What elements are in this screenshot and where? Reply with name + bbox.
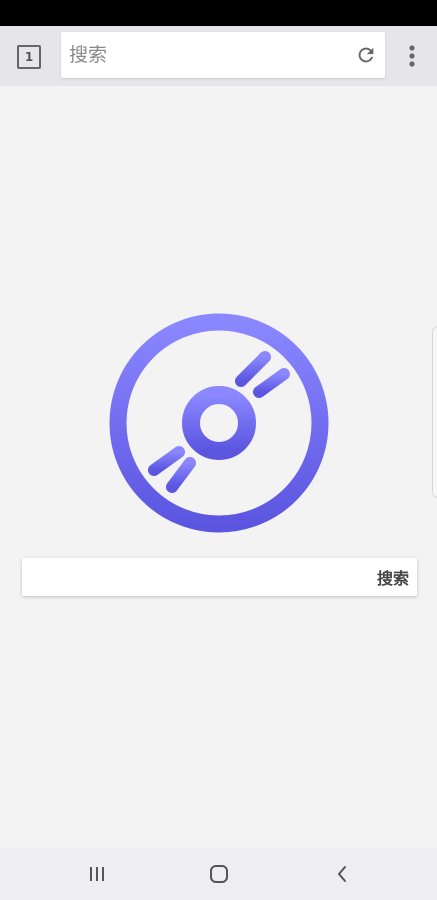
disc-icon [109,313,329,533]
back-button[interactable] [327,860,357,888]
browser-toolbar: 1 [0,26,437,86]
status-bar [0,0,437,26]
edge-panel-handle[interactable] [432,326,437,498]
main-search-bar[interactable]: 搜索 [22,558,417,596]
main-search-input[interactable] [32,558,362,596]
system-nav-bar [0,848,437,900]
tab-switcher-button[interactable]: 1 [14,42,44,72]
recent-apps-icon [90,867,104,881]
address-bar[interactable] [61,32,385,78]
back-icon [338,866,346,882]
home-icon [210,865,228,883]
home-button[interactable] [204,860,234,888]
reload-icon[interactable] [355,44,377,66]
tab-count: 1 [17,45,41,69]
search-button[interactable]: 搜索 [375,563,411,591]
more-vert-icon[interactable] [400,42,424,70]
recent-apps-button[interactable] [82,860,112,888]
address-input[interactable] [69,32,339,78]
